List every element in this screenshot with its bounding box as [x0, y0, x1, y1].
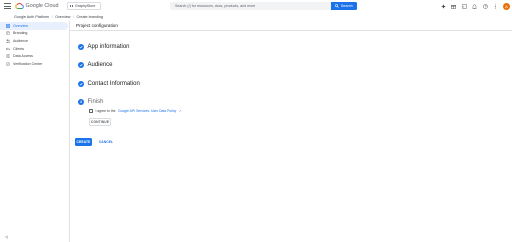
search-button-label: Search [340, 4, 353, 8]
breadcrumb-separator: / [51, 14, 53, 19]
sidebar-item-label: Audience [13, 38, 28, 43]
sidebar-item-verification-center[interactable]: Verification Center [0, 60, 69, 68]
sidebar-item-label: Overview [13, 23, 28, 28]
step-app-information[interactable]: App information [78, 44, 130, 50]
step-contact-information[interactable]: Contact Information [78, 81, 140, 87]
top-bar: Google Cloud GraphyStore Search (/) for … [0, 0, 512, 12]
verified-icon [6, 61, 10, 66]
sidebar-item-label: Verification Center [13, 61, 43, 66]
open-in-new-icon: ↗ [178, 109, 182, 113]
key-icon [6, 47, 10, 51]
cloud-shell-icon[interactable] [461, 3, 467, 9]
create-button-label: CREATE [76, 140, 91, 144]
sidebar-item-label: Branding [13, 31, 28, 36]
sidebar-item-data-access[interactable]: Data Access [0, 52, 69, 60]
sidebar: Overview Branding Audience Clients Data … [0, 21, 70, 242]
top-actions: A [440, 2, 510, 11]
step-label: Contact Information [87, 81, 140, 87]
breadcrumb-item: Create branding [76, 14, 103, 19]
help-icon[interactable] [482, 3, 488, 9]
search-icon [335, 4, 340, 8]
project-icon [70, 4, 73, 8]
step-number-badge: 4 [78, 99, 84, 105]
breadcrumb-item[interactable]: Google Auth Platform [14, 15, 49, 19]
continue-button[interactable]: CONTINUE [89, 118, 111, 126]
step-label: Finish [87, 99, 104, 105]
title-divider [70, 29, 512, 31]
sidebar-item-label: Data Access [13, 54, 33, 59]
search-bar[interactable]: Search (/) for resources, docs, products… [170, 2, 357, 10]
continue-button-label: CONTINUE [90, 120, 110, 124]
people-icon [6, 39, 10, 43]
agree-checkbox[interactable] [89, 109, 93, 113]
agree-text: I agree to the [95, 109, 116, 113]
check-circle-icon [78, 81, 84, 87]
create-button[interactable]: CREATE [75, 138, 92, 146]
sidebar-item-label: Clients [13, 46, 24, 51]
palette-icon [6, 31, 10, 36]
auth-platform-shield-icon [6, 14, 12, 27]
hamburger-menu-icon[interactable] [3, 2, 11, 10]
project-picker[interactable]: GraphyStore [67, 2, 101, 10]
search-button[interactable]: Search [331, 2, 357, 10]
search-input[interactable]: Search (/) for resources, docs, products… [170, 4, 331, 8]
cancel-button[interactable]: CANCEL [96, 138, 116, 146]
tune-icon [6, 54, 10, 58]
account-avatar[interactable]: A [503, 2, 510, 10]
cloud-logo-icon [15, 3, 24, 9]
sidebar-item-overview[interactable]: Overview [0, 22, 68, 30]
cancel-button-label: CANCEL [98, 140, 114, 144]
project-name: GraphyStore [75, 4, 96, 8]
gemini-spark-icon[interactable] [440, 3, 446, 9]
step-finish: 4 Finish [78, 99, 104, 105]
agree-policy-row: I agree to the Google API Services: User… [89, 109, 181, 113]
grid-icon [6, 23, 10, 28]
sidebar-item-branding[interactable]: Branding [0, 30, 69, 38]
google-cloud-logo[interactable]: Google Cloud [15, 2, 58, 10]
notifications-icon[interactable] [472, 3, 478, 9]
collapse-sidebar-icon[interactable]: <| [5, 235, 8, 239]
more-vert-icon[interactable] [493, 3, 499, 9]
check-circle-icon [78, 44, 84, 50]
breadcrumb-separator: / [72, 14, 74, 19]
sidebar-item-audience[interactable]: Audience [0, 37, 69, 45]
gift-icon[interactable] [451, 3, 457, 9]
user-data-policy-link[interactable]: Google API Services: User Data Policy [118, 109, 176, 113]
check-circle-icon [78, 62, 84, 68]
brand-name: Google Cloud [25, 3, 59, 9]
breadcrumb-bar: Google Auth Platform / Overview / Create… [0, 12, 512, 27]
breadcrumb: Google Auth Platform / Overview / Create… [14, 12, 103, 21]
step-label: Audience [87, 62, 113, 68]
breadcrumb-item[interactable]: Overview [55, 15, 70, 19]
step-label: App information [87, 44, 130, 50]
sidebar-item-clients[interactable]: Clients [0, 45, 69, 53]
step-audience[interactable]: Audience [78, 62, 113, 68]
